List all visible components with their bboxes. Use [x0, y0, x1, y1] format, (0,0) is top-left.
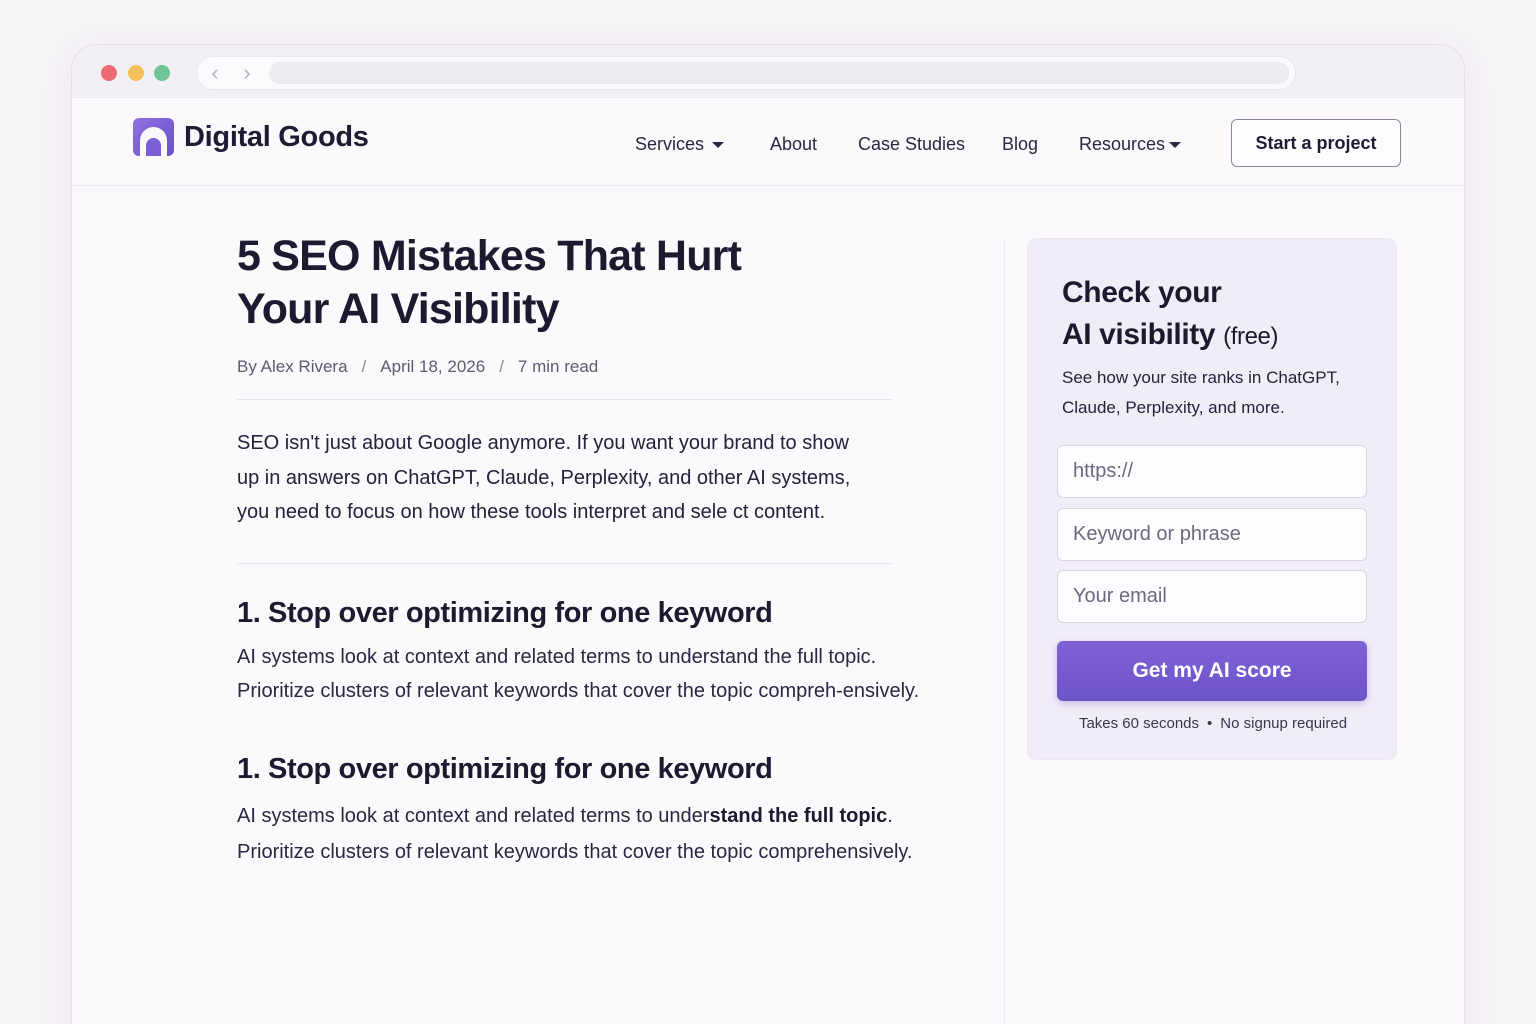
address-bar: ‹ › [196, 56, 1296, 90]
article-meta: By Alex Rivera / April 18, 2026 / 7 min … [237, 357, 937, 377]
note-bullet: • [1207, 715, 1213, 732]
section-heading: 1. Stop over optimizing for one keyword [237, 596, 773, 629]
email-input[interactable]: Your email [1057, 570, 1367, 623]
body-text: AI systems look at context and related t… [237, 804, 710, 827]
article: 5 SEO Mistakes That Hurt Your AI Visibil… [237, 230, 937, 870]
maximize-window-dot[interactable] [154, 65, 170, 81]
get-ai-score-button[interactable]: Get my AI score [1057, 641, 1367, 701]
widget-description: See how your site ranks in ChatGPT, Clau… [1062, 368, 1340, 417]
logo-arch-icon [133, 118, 174, 156]
section-heading: 1. Stop over optimizing for one keyword [237, 752, 773, 785]
divider [237, 399, 892, 400]
nav-item-case-studies[interactable]: Case Studies [858, 134, 965, 155]
nav-item-resources[interactable]: Resources [1079, 134, 1182, 155]
article-title: 5 SEO Mistakes That Hurt Your AI Visibil… [237, 232, 742, 333]
widget-title-line: Check your [1062, 276, 1222, 309]
close-window-dot[interactable] [101, 65, 117, 81]
nav-item-label: Services [635, 134, 705, 154]
widget-title: Check your AI visibility (free) [1062, 272, 1278, 358]
nav-item-blog[interactable]: Blog [1002, 134, 1038, 155]
logo[interactable]: Digital Goods [133, 118, 369, 156]
note-text: No signup required [1220, 715, 1348, 732]
nav-item-label: Resources [1079, 134, 1166, 154]
widget-note: Takes 60 seconds • No signup required [1028, 715, 1398, 732]
nav-item-about[interactable]: About [770, 134, 817, 155]
start-project-button[interactable]: Start a project [1231, 119, 1401, 167]
meta-separator: / [499, 357, 504, 376]
publish-date: April 18, 2026 [380, 357, 486, 376]
keyword-input[interactable]: Keyword or phrase [1057, 508, 1367, 561]
nav-item-services[interactable]: Services [635, 134, 725, 155]
column-divider [1004, 239, 1005, 1024]
read-time: 7 min read [517, 357, 599, 376]
url-field[interactable] [269, 62, 1289, 84]
ai-visibility-widget: Check your AI visibility (free) See how … [1027, 238, 1397, 760]
article-intro: SEO isn't just about Google anymore. If … [237, 432, 851, 523]
section-body: AI systems look at context and related t… [237, 798, 937, 870]
meta-separator: / [361, 357, 367, 376]
author: By Alex Rivera [237, 357, 348, 376]
browser-window: ‹ › Digital Goods Services About Case St… [71, 44, 1465, 1024]
note-text: Takes 60 seconds [1078, 715, 1200, 732]
minimize-window-dot[interactable] [128, 65, 144, 81]
chevron-down-icon [1169, 142, 1182, 149]
divider [237, 562, 892, 564]
site-header: Digital Goods Services About Case Studie… [72, 98, 1464, 186]
widget-title-line: AI visibility [1062, 318, 1216, 351]
widget-title-suffix: (free) [1223, 323, 1279, 350]
section-body: AI systems look at context and related t… [237, 645, 920, 703]
body-emphasis: stand the full topic [709, 804, 888, 827]
back-arrow-icon[interactable]: ‹ [203, 61, 227, 85]
chevron-down-icon [712, 142, 725, 149]
browser-chrome: ‹ › [72, 45, 1464, 98]
brand-name: Digital Goods [184, 120, 369, 153]
url-input[interactable]: https:// [1057, 445, 1367, 498]
forward-arrow-icon[interactable]: › [235, 61, 259, 85]
